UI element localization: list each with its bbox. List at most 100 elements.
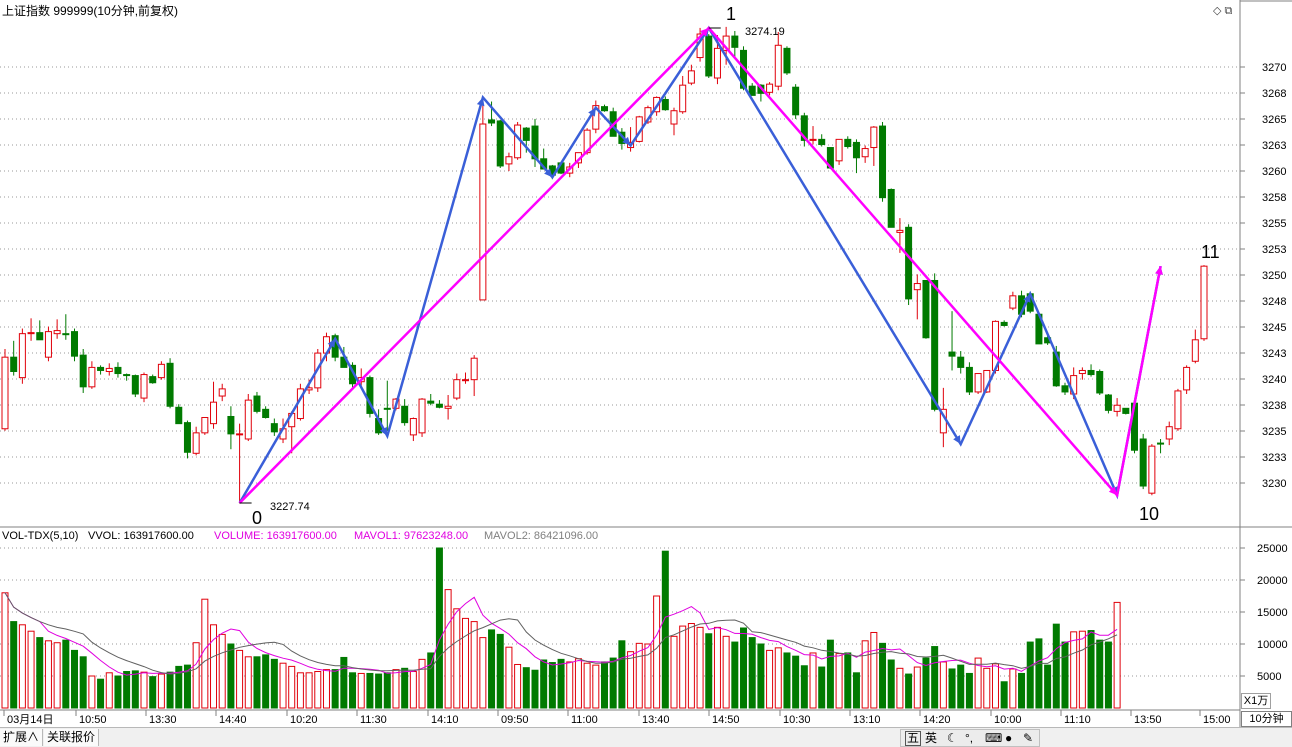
candle-body bbox=[409, 418, 417, 436]
candle-body bbox=[905, 226, 913, 300]
wubi-icon[interactable]: 五 bbox=[905, 731, 922, 746]
moon-icon[interactable]: ☾ bbox=[947, 731, 958, 746]
volume-bar bbox=[948, 668, 956, 709]
volume-bar bbox=[913, 666, 921, 709]
punctuation-icon[interactable]: °, bbox=[965, 731, 973, 746]
volume-bar bbox=[288, 665, 296, 709]
period-indicator[interactable]: 10分钟 bbox=[1241, 711, 1292, 727]
wrench-icon[interactable]: ✎ bbox=[1023, 731, 1033, 746]
time-tick-label: 13:30 bbox=[149, 714, 177, 726]
candle-body bbox=[1009, 295, 1017, 309]
candle-body bbox=[774, 44, 782, 87]
candle-body bbox=[10, 356, 18, 372]
volume-bar bbox=[618, 640, 626, 709]
candle bbox=[44, 326, 52, 362]
candle-body bbox=[948, 351, 956, 357]
volume-bar bbox=[1087, 630, 1095, 709]
candle-body bbox=[818, 138, 826, 145]
volume-bar bbox=[488, 629, 496, 709]
diamond-icon[interactable]: ◇ bbox=[1213, 5, 1221, 17]
volume-bar bbox=[496, 633, 504, 709]
volume-bar bbox=[383, 672, 391, 709]
wave-label-10: 10 bbox=[1139, 504, 1159, 524]
candle-body bbox=[461, 379, 469, 382]
candle-body bbox=[210, 401, 218, 425]
candle-body bbox=[1104, 394, 1112, 411]
candle-body bbox=[1096, 370, 1104, 394]
time-tick-label: 13:40 bbox=[642, 714, 670, 726]
volume-bar bbox=[939, 661, 947, 709]
candle-body bbox=[36, 332, 44, 341]
candle-body bbox=[88, 366, 96, 388]
english-mode-icon[interactable]: 英 bbox=[925, 731, 937, 746]
candle bbox=[1183, 365, 1191, 394]
candle-body bbox=[470, 357, 478, 381]
volume-bar bbox=[713, 626, 721, 709]
volume-bar bbox=[88, 675, 96, 709]
candle-body bbox=[922, 279, 930, 339]
user-icon[interactable]: ● bbox=[1005, 731, 1012, 746]
candle bbox=[418, 398, 426, 437]
volume-bar bbox=[835, 653, 843, 709]
price-tick-label: 3250 bbox=[1262, 270, 1286, 282]
volume-bar bbox=[192, 642, 200, 709]
volume-bar bbox=[166, 671, 174, 709]
volume-tick-label: 5000 bbox=[1257, 671, 1281, 683]
candle-body bbox=[687, 70, 695, 84]
candle-body bbox=[1139, 438, 1147, 487]
candle bbox=[18, 328, 26, 384]
candle-body bbox=[870, 126, 878, 149]
ime-toolbar[interactable]: 五 英 ☾ °, ⌨ ● ✎ bbox=[900, 729, 1040, 747]
price-tick-label: 3268 bbox=[1262, 88, 1286, 100]
volume-bar bbox=[757, 643, 765, 709]
candle-body bbox=[105, 367, 113, 372]
candle-body bbox=[149, 376, 157, 384]
chart-title: 上证指数 999999(10分钟,前复权) bbox=[2, 3, 178, 18]
candle bbox=[479, 97, 487, 301]
volume-bar bbox=[44, 640, 52, 709]
volume-bar bbox=[679, 625, 687, 709]
candle-body bbox=[1087, 369, 1095, 376]
volume-tick-label: 15000 bbox=[1257, 607, 1288, 619]
volume-unit-button[interactable]: X1万 bbox=[1241, 693, 1271, 709]
volume-bar bbox=[783, 652, 791, 709]
candle-body bbox=[444, 405, 452, 409]
volume-bar bbox=[27, 630, 35, 709]
volume-bar bbox=[844, 652, 852, 709]
candle-body bbox=[183, 422, 191, 453]
volume-bar bbox=[905, 673, 913, 709]
candle-body bbox=[427, 400, 435, 404]
keyboard-icon[interactable]: ⌨ bbox=[985, 731, 1002, 746]
related-quotes-tab[interactable]: 关联报价 bbox=[44, 729, 100, 746]
candle-body bbox=[661, 98, 669, 111]
volume-bar bbox=[114, 675, 122, 709]
volume-bar bbox=[105, 672, 113, 709]
time-tick-label: 11:00 bbox=[571, 714, 598, 726]
candle bbox=[201, 417, 209, 435]
candle bbox=[244, 393, 252, 442]
volume-bar bbox=[479, 637, 487, 709]
candle bbox=[166, 358, 174, 409]
volume-bar bbox=[375, 673, 383, 709]
candle-body bbox=[1122, 407, 1130, 414]
candle bbox=[931, 273, 939, 412]
volume-bar bbox=[123, 671, 131, 709]
volume-bar bbox=[357, 672, 365, 709]
time-tick-label: 11:10 bbox=[1064, 714, 1091, 726]
volume-bar bbox=[574, 658, 582, 709]
candle-body bbox=[53, 330, 61, 335]
volume-bar bbox=[62, 639, 70, 709]
restore-icon[interactable]: ⧉ bbox=[1225, 5, 1233, 17]
high-value-label: 3274.19 bbox=[745, 26, 785, 38]
candle-body bbox=[453, 379, 461, 399]
candle-body bbox=[27, 332, 35, 335]
volume-bar bbox=[366, 672, 374, 709]
chart-area[interactable]: 3270 3268 3265 3263 3260 3258 3255 3253 3250 3248… bbox=[0, 0, 1292, 747]
volume-bar bbox=[514, 663, 522, 709]
candle-body bbox=[418, 398, 426, 434]
volume-value: VOLUME: 163917600.00 bbox=[214, 530, 337, 542]
candle-body bbox=[931, 279, 939, 410]
expand-tab[interactable]: 扩展∧ bbox=[0, 729, 44, 746]
window-controls[interactable]: ◇ ⧉ bbox=[1213, 4, 1232, 18]
volume-bar bbox=[79, 656, 87, 709]
